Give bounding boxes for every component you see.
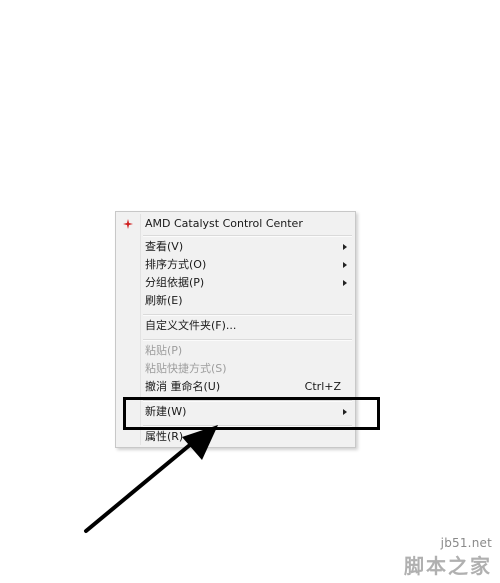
watermark-name: 脚本之家 [404,554,492,578]
watermark: jb51.net 脚本之家 [404,536,492,579]
pointer-arrow-icon [84,425,218,533]
watermark-url: jb51.net [440,536,492,550]
